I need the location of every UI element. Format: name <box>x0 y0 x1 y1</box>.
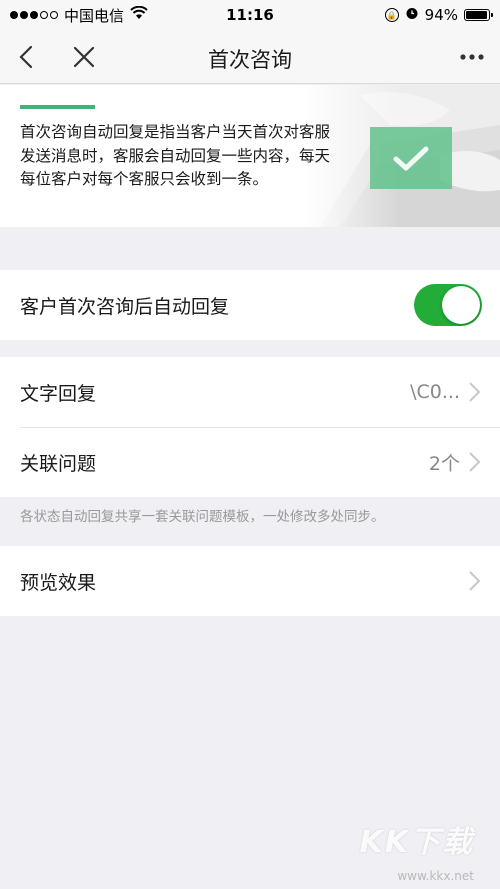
status-left: 中国电信 <box>10 5 148 26</box>
carrier-name: 中国电信 <box>64 6 125 25</box>
more-dots-icon <box>460 54 484 60</box>
intro-accent-line <box>20 105 95 109</box>
text-reply-label: 文字回复 <box>20 382 97 405</box>
preview-label: 预览效果 <box>20 571 97 594</box>
chevron-right-icon <box>469 382 481 402</box>
check-square-icon <box>370 127 452 189</box>
site-watermark: KK下载 <box>359 825 474 860</box>
chevron-right-icon <box>469 571 481 591</box>
more-button[interactable] <box>452 30 492 84</box>
battery-percent: 94% <box>424 6 458 24</box>
site-watermark-url: www.kkx.net <box>397 869 474 883</box>
chevron-right-icon <box>469 452 481 472</box>
back-button[interactable] <box>8 30 44 84</box>
template-sync-note: 各状态自动回复共享一套关联问题模板，一处修改多处同步。 <box>20 509 385 525</box>
text-reply-value: \C0... <box>410 381 460 403</box>
wifi-icon <box>130 5 148 24</box>
signal-strength-icon <box>10 11 58 19</box>
page-title: 首次咨询 <box>208 48 292 72</box>
auto-reply-toggle-row: 客户首次咨询后自动回复 <box>0 270 500 340</box>
text-reply-row[interactable]: 文字回复 \C0... <box>0 357 500 427</box>
rotation-lock-icon: 🔒 <box>384 8 399 22</box>
close-icon <box>73 46 95 68</box>
intro-description: 首次咨询自动回复是指当客户当天首次对客服发送消息时，客服会自动回复一些内容，每天… <box>20 123 331 188</box>
auto-reply-toggle-label: 客户首次咨询后自动回复 <box>20 295 230 318</box>
switch-knob <box>442 286 480 324</box>
battery-icon <box>464 9 493 21</box>
preview-group: 预览效果 <box>0 546 500 616</box>
back-arrow-icon <box>19 45 33 69</box>
status-bar: 中国电信 11:16 🔒 94% <box>0 0 500 30</box>
related-questions-row[interactable]: 关联问题 2个 <box>0 427 500 497</box>
auto-reply-switch[interactable] <box>414 284 482 326</box>
related-questions-value: 2个 <box>428 452 460 475</box>
navigation-bar: 首次咨询 <box>0 30 500 84</box>
related-questions-label: 关联问题 <box>20 452 97 475</box>
reply-settings-group: 文字回复 \C0... 关联问题 2个 <box>0 357 500 497</box>
preview-row[interactable]: 预览效果 <box>0 546 500 616</box>
close-button[interactable] <box>64 30 104 84</box>
status-right: 🔒 94% <box>384 6 493 24</box>
intro-banner: 首次咨询自动回复是指当客户当天首次对客服发送消息时，客服会自动回复一些内容，每天… <box>0 85 500 227</box>
alarm-icon <box>405 6 419 24</box>
